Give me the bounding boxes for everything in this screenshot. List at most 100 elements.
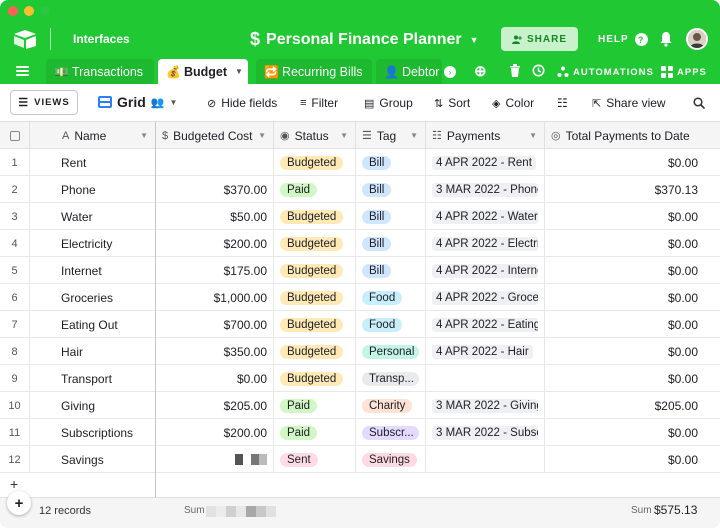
budgeted-cost-cell[interactable] [156,446,274,473]
linked-payment-chip[interactable]: 3 MAR 2022 - Giving [432,398,538,413]
row-height-button[interactable]: ☷ [557,96,568,110]
tag-cell[interactable]: Transp... [356,365,426,392]
chevron-down-icon[interactable]: ▼ [140,131,148,140]
tag-cell[interactable]: Bill [356,149,426,176]
notifications-bell-icon[interactable] [659,31,673,47]
status-cell[interactable]: Budgeted [274,284,356,311]
name-cell[interactable]: Subscriptions [30,419,156,446]
payments-cell[interactable]: 4 APR 2022 - Water [426,203,545,230]
column-header-name[interactable]: A Name ▼ [30,122,156,149]
budgeted-cost-cell[interactable] [156,149,274,176]
table-row[interactable]: 5 Internet $175.00 Budgeted Bill 4 APR 2… [0,257,720,284]
chevron-down-icon[interactable]: ▼ [410,131,418,140]
budgeted-cost-cell[interactable]: $1,000.00 [156,284,274,311]
row-number-cell[interactable]: 5 [0,257,30,284]
close-window-button[interactable] [8,6,18,16]
trash-icon[interactable] [510,64,520,77]
base-title-menu[interactable]: $ Personal Finance Planner ▼ [250,29,479,50]
status-cell[interactable]: Paid [274,392,356,419]
name-cell[interactable]: Internet [30,257,156,284]
search-icon[interactable] [693,97,705,109]
payments-cell[interactable]: 4 APR 2022 - Eating [426,311,545,338]
payments-cell[interactable] [426,365,545,392]
chevron-down-icon[interactable]: ▼ [235,67,243,76]
tag-cell[interactable]: Bill [356,203,426,230]
budgeted-cost-cell[interactable]: $200.00 [156,230,274,257]
row-number-cell[interactable]: 10 [0,392,30,419]
hamburger-menu-icon[interactable] [16,66,29,76]
payments-cell[interactable]: 3 MAR 2022 - Giving [426,392,545,419]
airtable-logo-icon[interactable] [12,28,38,50]
status-cell[interactable]: Budgeted [274,311,356,338]
name-cell[interactable]: Electricity [30,230,156,257]
payments-cell[interactable]: 3 MAR 2022 - Subscr [426,419,545,446]
name-cell[interactable]: Hair [30,338,156,365]
budgeted-cost-cell[interactable]: $700.00 [156,311,274,338]
row-number-cell[interactable]: 9 [0,365,30,392]
status-cell[interactable]: Budgeted [274,149,356,176]
tab-recurring-bills[interactable]: 🔁 Recurring Bills [256,59,372,84]
table-row[interactable]: 3 Water $50.00 Budgeted Bill 4 APR 2022 … [0,203,720,230]
linked-payment-chip[interactable]: 4 APR 2022 - Eating [432,317,538,332]
tag-cell[interactable]: Subscr... [356,419,426,446]
status-cell[interactable]: Paid [274,419,356,446]
tag-cell[interactable]: Personal [356,338,426,365]
budgeted-cost-cell[interactable]: $50.00 [156,203,274,230]
view-switcher[interactable]: Grid 👥 ▼ [98,94,177,110]
column-header-payments[interactable]: ☷ Payments ▼ [426,122,545,149]
column-header-total-payments[interactable]: ◎ Total Payments to Date [545,122,720,149]
chevron-down-icon[interactable]: ▼ [340,131,348,140]
tab-transactions[interactable]: 💵 Transactions [46,59,154,84]
name-cell[interactable]: Eating Out [30,311,156,338]
column-header-status[interactable]: ◉ Status ▼ [274,122,356,149]
table-row[interactable]: 8 Hair $350.00 Budgeted Personal 4 APR 2… [0,338,720,365]
budgeted-cost-cell[interactable]: $350.00 [156,338,274,365]
add-table-icon[interactable]: ⊕ [474,62,487,80]
linked-payment-chip[interactable]: 3 MAR 2022 - Phone [432,182,538,197]
share-view-button[interactable]: ⇱ Share view [592,96,666,110]
table-row[interactable]: 4 Electricity $200.00 Budgeted Bill 4 AP… [0,230,720,257]
tag-cell[interactable]: Bill [356,230,426,257]
row-number-cell[interactable]: 12 [0,446,30,473]
tag-cell[interactable]: Bill [356,257,426,284]
status-cell[interactable]: Paid [274,176,356,203]
help-button[interactable]: HELP ? [598,33,648,46]
status-cell[interactable]: Budgeted [274,365,356,392]
scroll-tabs-right-icon[interactable]: › [444,66,456,78]
name-cell[interactable]: Groceries [30,284,156,311]
budgeted-cost-cell[interactable]: $370.00 [156,176,274,203]
name-cell[interactable]: Savings [30,446,156,473]
name-cell[interactable]: Phone [30,176,156,203]
payments-cell[interactable]: 4 APR 2022 - Rent [426,149,545,176]
status-cell[interactable]: Budgeted [274,230,356,257]
table-row[interactable]: 1 Rent Budgeted Bill 4 APR 2022 - Rent $… [0,149,720,176]
name-cell[interactable]: Water [30,203,156,230]
views-button[interactable]: ☰ VIEWS [10,90,78,115]
linked-payment-chip[interactable]: 4 APR 2022 - Hair [432,344,533,359]
column-header-budgeted-cost[interactable]: $ Budgeted Cost ▼ [156,122,274,149]
user-avatar[interactable] [686,28,708,50]
column-header-tag[interactable]: ☰ Tag ▼ [356,122,426,149]
apps-button[interactable]: APPS [661,66,707,78]
row-number-cell[interactable]: 6 [0,284,30,311]
group-button[interactable]: ▤ Group [364,96,413,110]
budgeted-cost-cell[interactable]: $0.00 [156,365,274,392]
tag-cell[interactable]: Food [356,284,426,311]
row-number-cell[interactable]: 3 [0,203,30,230]
table-row[interactable]: 11 Subscriptions $200.00 Paid Subscr... … [0,419,720,446]
row-number-cell[interactable]: 2 [0,176,30,203]
table-row[interactable]: 6 Groceries $1,000.00 Budgeted Food 4 AP… [0,284,720,311]
select-all-checkbox[interactable] [0,122,30,149]
maximize-window-button[interactable] [40,6,50,16]
chevron-down-icon[interactable]: ▼ [258,131,266,140]
automations-button[interactable]: AUTOMATIONS [557,66,654,78]
linked-payment-chip[interactable]: 4 APR 2022 - Interne [432,263,538,278]
payments-cell[interactable]: 4 APR 2022 - Interne [426,257,545,284]
share-button[interactable]: SHARE [501,27,578,51]
table-row[interactable]: 2 Phone $370.00 Paid Bill 3 MAR 2022 - P… [0,176,720,203]
row-number-cell[interactable]: 4 [0,230,30,257]
tab-budget[interactable]: 💰 Budget ▼ [158,59,248,84]
table-row[interactable]: 12 Savings Sent Savings $0.00 [0,446,720,473]
hide-fields-button[interactable]: ⊘ Hide fields [207,96,277,110]
budgeted-cost-cell[interactable]: $175.00 [156,257,274,284]
